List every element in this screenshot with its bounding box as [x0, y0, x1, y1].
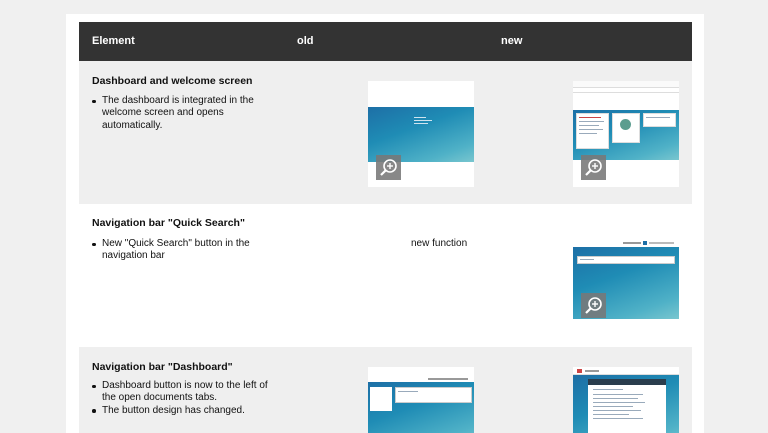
row-bullets: Dashboard button is now to the left of t… — [92, 380, 277, 417]
table-row: Navigation bar "Dashboard" Dashboard but… — [79, 347, 692, 433]
row-bullets: The dashboard is integrated in the welco… — [92, 95, 277, 132]
zoom-in-icon[interactable] — [376, 155, 401, 180]
header-old: old — [297, 35, 314, 47]
old-note: new function — [411, 238, 468, 249]
old-screenshot-thumbnail[interactable] — [368, 367, 474, 433]
new-screenshot-thumbnail[interactable] — [573, 367, 679, 433]
list-item: The dashboard is integrated in the welco… — [92, 95, 277, 132]
row-title: Navigation bar "Dashboard" — [92, 361, 233, 373]
new-screenshot-thumbnail[interactable] — [573, 239, 679, 319]
list-item: The button design has changed. — [92, 405, 277, 417]
list-item: Dashboard button is now to the left of t… — [92, 380, 277, 405]
comparison-table: Element old new Dashboard and welcome sc… — [79, 22, 692, 433]
zoom-in-icon[interactable] — [581, 155, 606, 180]
old-screenshot-thumbnail[interactable] — [368, 81, 474, 187]
header-element: Element — [92, 35, 135, 47]
zoom-in-icon[interactable] — [581, 293, 606, 318]
new-screenshot-thumbnail[interactable] — [573, 81, 679, 187]
content-page: Element old new Dashboard and welcome sc… — [66, 14, 704, 433]
list-item: New "Quick Search" button in the navigat… — [92, 238, 277, 263]
row-bullets: New "Quick Search" button in the navigat… — [92, 238, 277, 263]
table-header: Element old new — [79, 22, 692, 61]
row-title: Dashboard and welcome screen — [92, 75, 253, 87]
table-row: Navigation bar "Quick Search" New "Quick… — [79, 204, 692, 347]
header-new: new — [501, 35, 523, 47]
table-row: Dashboard and welcome screen The dashboa… — [79, 61, 692, 204]
row-title: Navigation bar "Quick Search" — [92, 217, 245, 229]
